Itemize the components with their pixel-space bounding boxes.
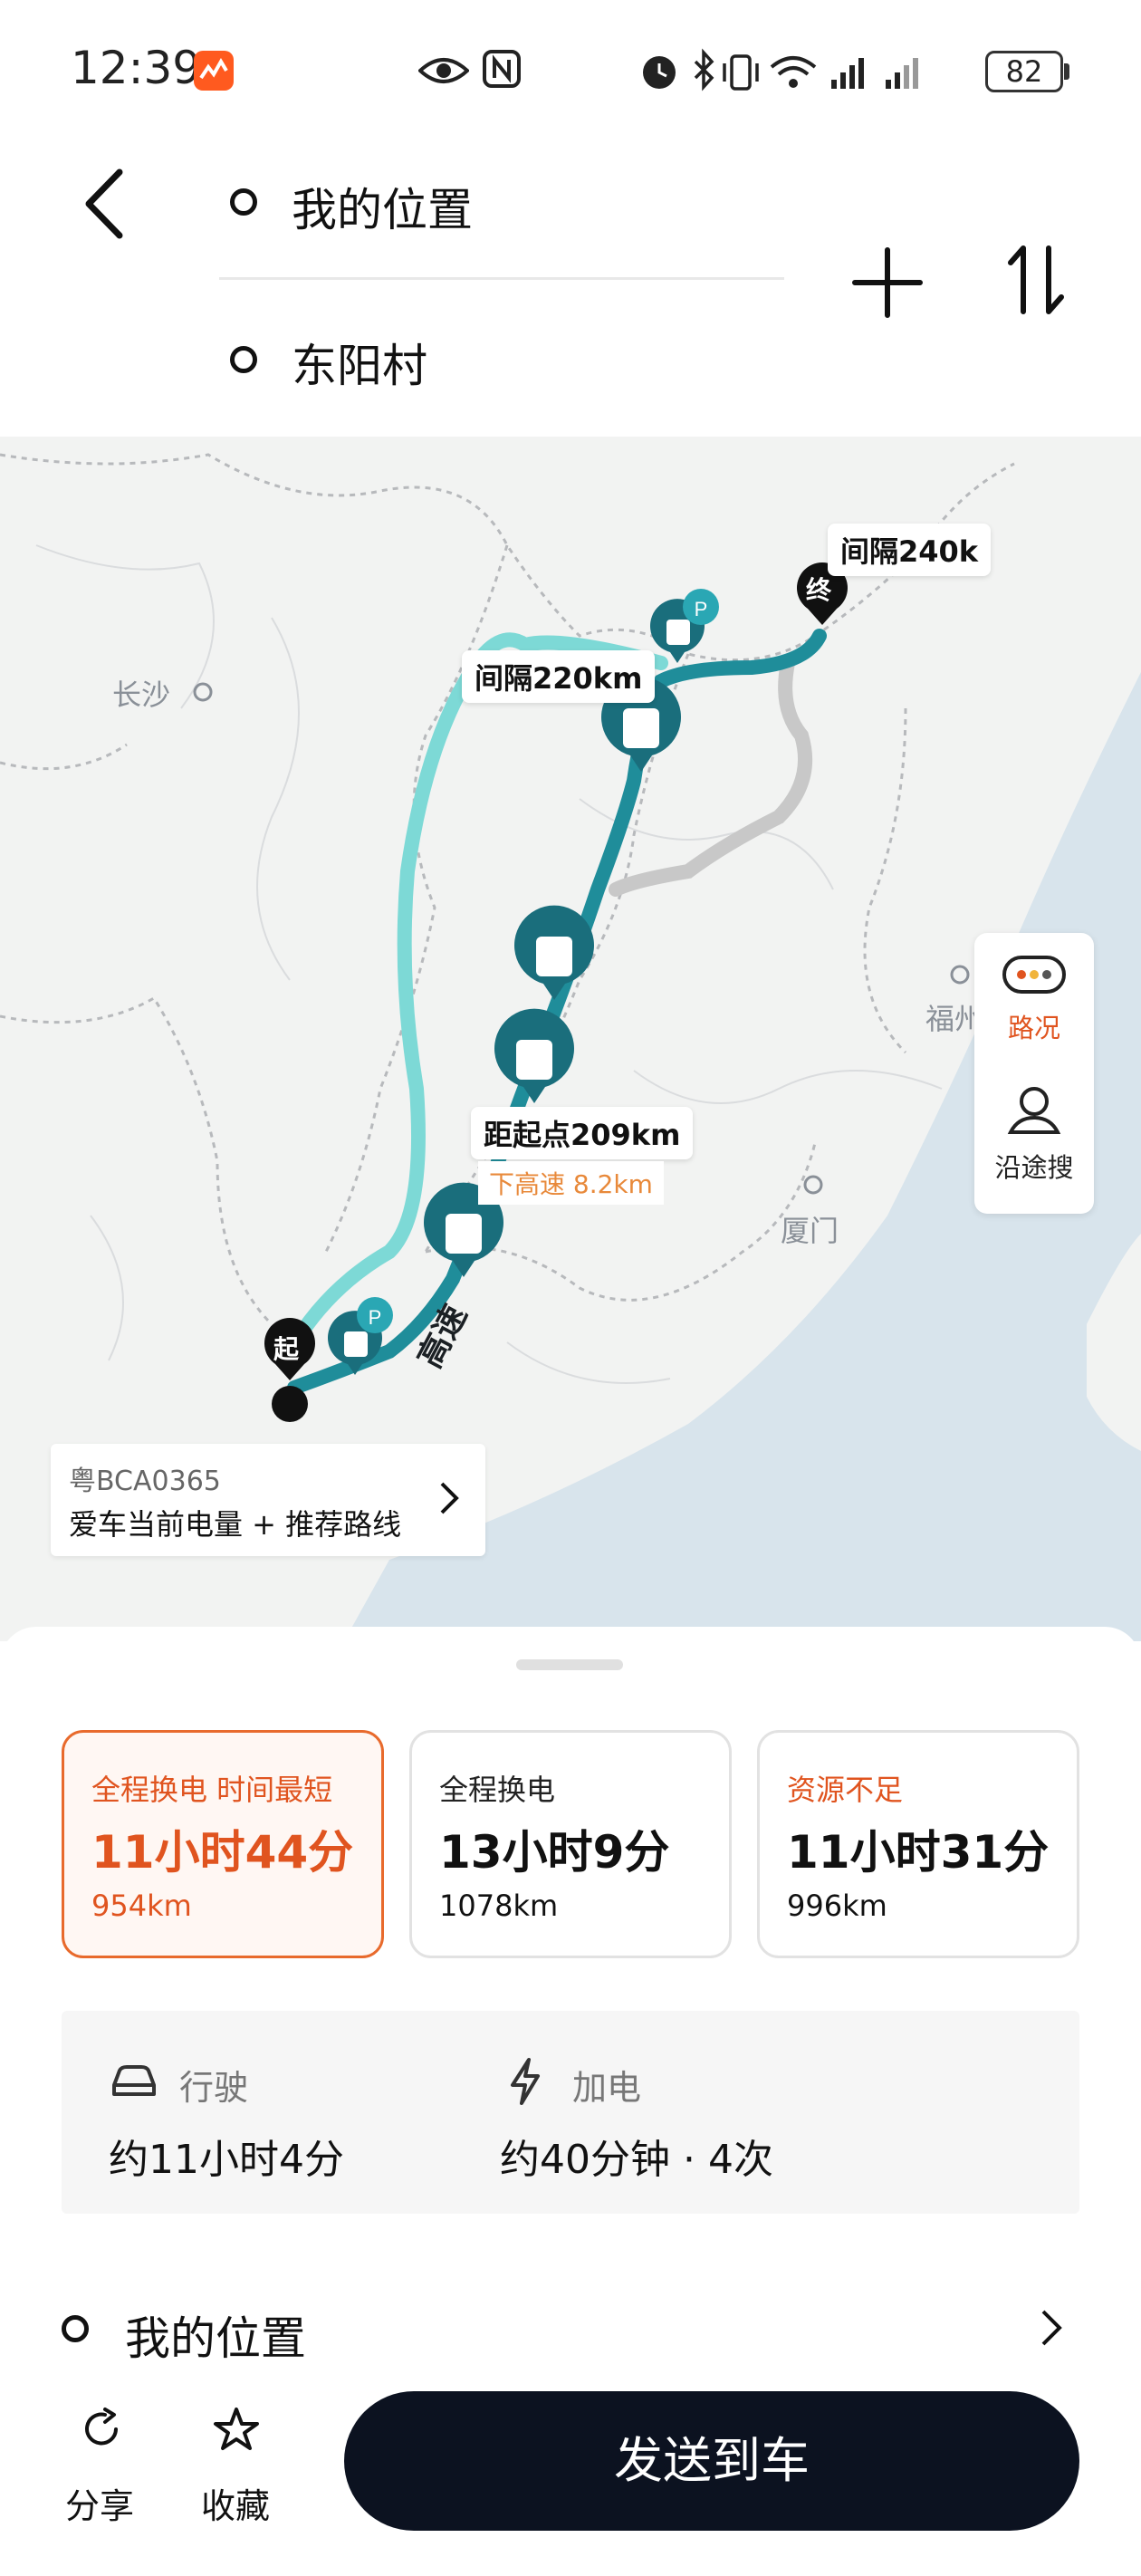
plan-distance: 1078km [439,1889,559,1923]
parking-pin-icon[interactable]: P [357,1297,393,1333]
city-dot-fuzhou [950,965,970,985]
plan-label: 全程换电 [439,1773,556,1807]
send-to-car-button[interactable]: 发送到车 [344,2391,1079,2531]
plan-card[interactable]: 全程换电 时间最短 11小时44分 954km [62,1730,384,1958]
traffic-icon [1002,956,1066,994]
city-label-changsha: 长沙 [112,678,171,712]
charge-value: 约40分钟 · 4次 [500,2137,773,2183]
map-tools-panel: 路况 沿途搜 [974,933,1094,1214]
along-search-label: 沿途搜 [994,1152,1074,1183]
chevron-right-icon [1041,2310,1062,2346]
origin-input[interactable]: 我的位置 [292,174,473,239]
interval-label: 间隔240k [828,524,992,576]
bluetooth-icon [694,48,714,91]
share-label: 分享 [64,2486,134,2526]
origin-dot-icon [230,188,257,216]
plan-label: 资源不足 [787,1773,904,1807]
car-tip: 爱车当前电量 + 推荐路线 [69,1507,402,1542]
signal-icon-2 [886,58,918,89]
location-dot-icon [62,2315,89,2342]
plan-card[interactable]: 全程换电 13小时9分 1078km [409,1730,732,1958]
plan-time: 11小时44分 [91,1826,354,1879]
charge-label: 加电 [572,2068,642,2108]
route-sheet: 全程换电 时间最短 11小时44分 954km 全程换电 13小时9分 1078… [0,1627,1141,2576]
interval-label: 间隔220km [462,650,656,703]
chevron-right-icon [440,1482,459,1514]
plan-time: 13小时9分 [439,1826,670,1879]
share-button[interactable]: 分享 [54,2406,145,2526]
selected-route-line [287,629,827,1395]
status-bar: 12:39 82 [0,0,1141,136]
along-search-button[interactable]: 沿途搜 [974,1074,1094,1210]
battery-icon: 82 [985,51,1063,92]
eye-icon [418,58,469,83]
start-location-row[interactable]: 我的位置 [62,2284,1079,2384]
drive-label: 行驶 [179,2068,249,2108]
alarm-icon [643,56,676,89]
lightning-icon [511,2058,540,2105]
car-icon [112,2065,156,2096]
along-search-icon [1007,1087,1061,1134]
drive-value: 约11小时4分 [109,2137,344,2183]
favorite-button[interactable]: 收藏 [190,2406,281,2526]
svg-text:P: P [695,598,708,620]
plan-time: 11小时31分 [787,1826,1050,1879]
traffic-button[interactable]: 路况 [974,933,1094,1069]
station-pin[interactable] [514,905,595,1000]
signal-icon [831,58,864,89]
star-icon [214,2408,259,2450]
start-location-label: 我的位置 [125,2312,306,2365]
destination-dot-icon [230,346,257,373]
plan-label: 全程换电 时间最短 [91,1773,333,1807]
swap-route-button[interactable] [1003,239,1067,321]
back-button[interactable] [76,163,130,245]
destination-input[interactable]: 东阳村 [292,330,427,395]
highway-exit-label: 下高速 8.2km [478,1161,664,1205]
vibrate-icon [723,54,759,91]
plan-distance: 954km [91,1889,192,1923]
end-marker-label: 终 [806,575,832,605]
car-plate: 粤BCA0365 [69,1466,221,1497]
trip-summary: 行驶 约11小时4分 加电 约40分钟 · 4次 [62,2011,1079,2214]
city-dot-changsha [193,682,213,702]
favorite-label: 收藏 [200,2486,270,2526]
nfc-icon [483,50,521,88]
route-divider [219,277,784,280]
plan-distance: 996km [787,1889,887,1923]
distance-from-start-label: 距起点209km [471,1107,694,1159]
app-notification-icon [194,51,234,91]
plan-card[interactable]: 资源不足 11小时31分 996km [757,1730,1079,1958]
city-label-xiamen: 厦门 [781,1214,839,1248]
add-waypoint-button[interactable] [851,246,924,319]
traffic-label: 路况 [1007,1013,1060,1043]
start-marker-label: 起 [273,1334,300,1364]
parking-pin-icon[interactable]: P [683,589,719,625]
status-time: 12:39 [71,42,202,94]
battery-tip [1064,63,1069,80]
station-pin[interactable] [494,1008,575,1103]
city-dot-xiamen [803,1175,823,1195]
svg-text:P: P [369,1306,382,1329]
wifi-icon [770,56,817,88]
share-icon [85,2408,118,2446]
car-battery-card[interactable]: 粤BCA0365 爱车当前电量 + 推荐路线 [51,1444,485,1556]
sheet-grabber[interactable] [516,1659,623,1670]
